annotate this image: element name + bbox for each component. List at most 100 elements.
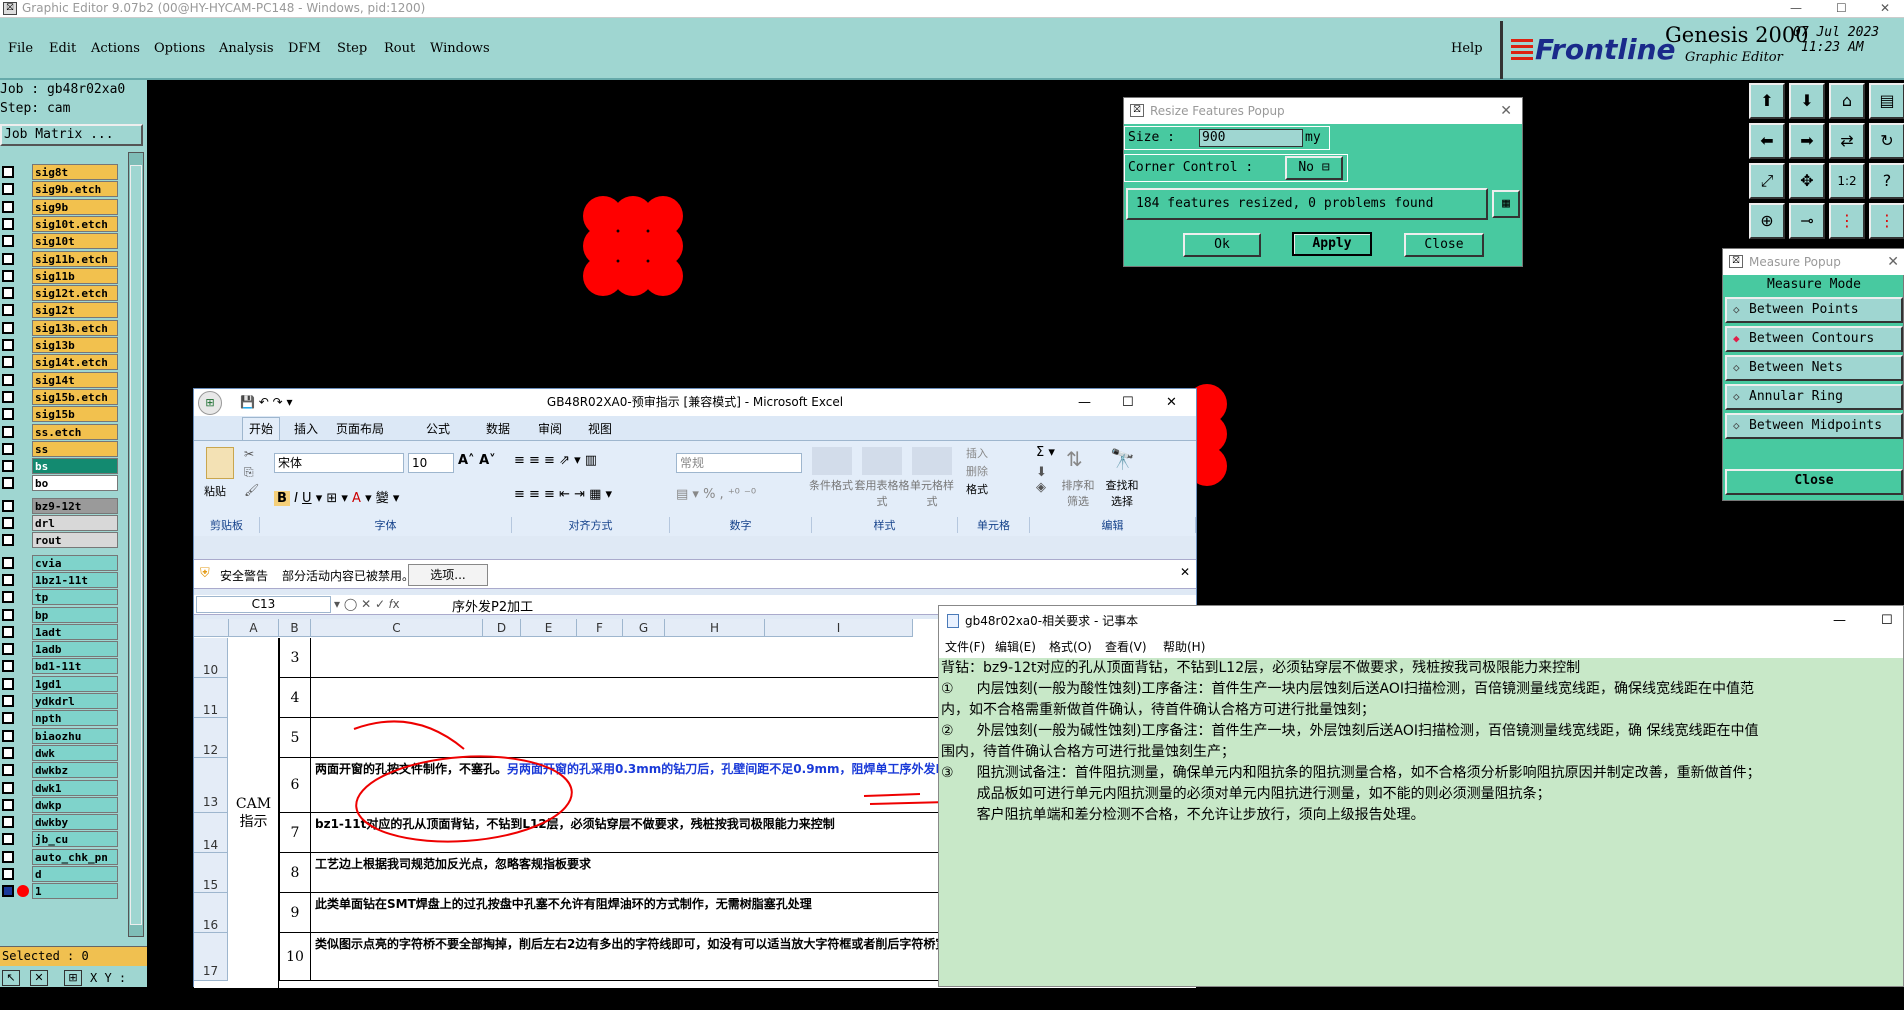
excel-minimize-button[interactable]: — xyxy=(1078,389,1091,416)
layer-name[interactable]: ss xyxy=(32,440,118,457)
sort-filter-button[interactable]: 排序和筛选 xyxy=(1060,477,1096,509)
layer-checkbox[interactable] xyxy=(2,625,14,638)
notepad-menu-item[interactable]: 文件(F) xyxy=(945,636,985,658)
cell-style-icon[interactable] xyxy=(912,447,952,475)
layer-checkbox[interactable] xyxy=(2,499,14,512)
probe-icon[interactable]: ⊸ xyxy=(1789,203,1825,239)
layer-name[interactable]: sig9b.etch xyxy=(32,181,118,198)
layer-name[interactable]: auto_chk_pn xyxy=(32,848,118,865)
layer-row[interactable]: bo xyxy=(0,475,118,492)
layer-checkbox[interactable] xyxy=(2,781,14,794)
layer-row[interactable]: ss xyxy=(0,440,118,457)
layer-name[interactable]: rout xyxy=(32,532,118,549)
font-style-buttons[interactable]: B I U ▾ ⊞ ▾ A ▾ 變 ▾ xyxy=(274,487,399,506)
layer-row[interactable]: dwkby xyxy=(0,814,118,831)
net-compare-icon[interactable]: ⋮ xyxy=(1869,203,1904,239)
layer-row[interactable]: npth xyxy=(0,710,118,727)
align-bottom-buttons[interactable]: ≡ ≡ ≡ ⇤ ⇥ ▦ ▾ xyxy=(514,487,612,502)
layer-checkbox[interactable] xyxy=(2,287,14,300)
security-options-button[interactable]: 选项... xyxy=(408,564,488,586)
layer-name[interactable]: sig15b xyxy=(32,406,118,423)
layer-name[interactable]: tp xyxy=(32,589,118,606)
layer-checkbox[interactable] xyxy=(2,517,14,529)
layer-checkbox[interactable] xyxy=(2,408,14,421)
ribbon-tab[interactable]: 审阅 xyxy=(538,420,562,437)
layer-checkbox[interactable] xyxy=(2,764,14,777)
layer-row[interactable]: dwkp xyxy=(0,796,118,813)
menu-actions[interactable]: Actions xyxy=(91,41,140,56)
notepad-text-area[interactable]: 背钻：bz9-12t对应的孔从顶面背钻，不钻到L12层，必须钻穿层不做要求，残桩… xyxy=(941,658,1901,986)
number-buttons[interactable]: ▤ ▾ % , ⁺⁰ ⁻⁰ xyxy=(676,487,756,502)
layer-checkbox[interactable] xyxy=(2,442,14,455)
measure-option[interactable]: ◇ Between Points xyxy=(1725,297,1903,323)
layer-row[interactable]: sig11b.etch xyxy=(0,250,118,267)
measure-close-icon[interactable]: ✕ xyxy=(1887,249,1899,275)
layer-checkbox[interactable] xyxy=(2,746,14,759)
popup-close-icon[interactable]: ✕ xyxy=(1500,98,1512,124)
scroll-thumb[interactable] xyxy=(130,165,142,925)
layer-name[interactable]: 1adt xyxy=(32,623,118,640)
layer-name[interactable]: dwkby xyxy=(32,814,118,831)
layer-checkbox[interactable] xyxy=(2,534,14,547)
layer-name[interactable]: 1 xyxy=(32,883,118,900)
layer-row[interactable]: sig13b.etch xyxy=(0,319,118,336)
layer-name[interactable]: cvia xyxy=(32,554,118,571)
apply-button[interactable]: Apply xyxy=(1292,232,1372,256)
layer-name[interactable]: ydkdrl xyxy=(32,693,118,709)
center-icon[interactable]: ✥ xyxy=(1789,163,1825,199)
layer-row[interactable]: drl xyxy=(0,515,118,531)
close-button[interactable]: ✕ xyxy=(1880,0,1890,17)
layer-name[interactable]: sig14t xyxy=(32,371,118,388)
layer-name[interactable]: sig11b.etch xyxy=(32,250,118,267)
layer-name[interactable]: sig13b xyxy=(32,337,118,353)
measure-close-button[interactable]: Close xyxy=(1725,469,1903,495)
layer-checkbox[interactable] xyxy=(2,712,14,725)
menu-help[interactable]: Help xyxy=(1451,41,1483,56)
layer-checkbox[interactable] xyxy=(2,390,14,403)
layer-name[interactable]: sig15b.etch xyxy=(32,388,118,405)
notepad-menu-item[interactable]: 编辑(E) xyxy=(995,636,1036,658)
layer-checkbox[interactable] xyxy=(2,425,14,438)
paste-icon[interactable] xyxy=(206,447,234,479)
layer-row[interactable]: bp xyxy=(0,606,118,623)
layer-row[interactable]: sig10t.etch xyxy=(0,215,118,232)
formula-icons[interactable]: ▾ ◯ ✕ ✓ 𝑓x xyxy=(334,597,400,612)
layer-name[interactable]: sig9b xyxy=(32,198,118,215)
menu-windows[interactable]: Windows xyxy=(430,41,490,56)
layer-row[interactable]: sig11b xyxy=(0,267,118,284)
menu-edit[interactable]: Edit xyxy=(49,41,76,56)
layer-name[interactable]: bz9-12t xyxy=(32,497,118,514)
layer-checkbox[interactable] xyxy=(2,833,14,846)
layer-name[interactable]: sig8t xyxy=(32,164,118,180)
layer-row[interactable]: bz9-12t xyxy=(0,497,118,514)
layer-checkbox[interactable] xyxy=(2,373,14,386)
layer-row[interactable]: tp xyxy=(0,589,118,606)
layer-checkbox[interactable] xyxy=(2,304,14,317)
layer-row[interactable]: dwkbz xyxy=(0,762,118,779)
office-button-icon[interactable]: ⊞ xyxy=(198,391,222,415)
layer-row[interactable]: sig15b.etch xyxy=(0,388,118,405)
layer-row[interactable]: dwk1 xyxy=(0,779,118,796)
layer-checkbox[interactable] xyxy=(2,695,14,707)
layer-name[interactable]: sig14t.etch xyxy=(32,354,118,371)
formula-input[interactable]: 序外发P2加工 xyxy=(452,596,533,615)
layer-row[interactable]: sig8t xyxy=(0,164,118,180)
size-input[interactable]: 900 xyxy=(1199,129,1303,147)
layer-checkbox[interactable] xyxy=(2,200,14,213)
layer-row[interactable]: 1adb xyxy=(0,641,118,658)
layer-row[interactable]: sig9b.etch xyxy=(0,181,118,198)
layer-checkbox[interactable] xyxy=(2,850,14,863)
layer-checkbox[interactable] xyxy=(2,608,14,621)
layer-name[interactable]: 1gd1 xyxy=(32,675,118,692)
corner-control-dropdown[interactable]: No ⊟ xyxy=(1285,156,1343,180)
layer-row[interactable]: rout xyxy=(0,532,118,549)
layer-name[interactable]: sig13b.etch xyxy=(32,319,118,336)
table-format-icon[interactable] xyxy=(862,447,902,475)
notepad-menu-item[interactable]: 帮助(H) xyxy=(1163,636,1205,658)
layer-name[interactable]: sig12t.etch xyxy=(32,285,118,302)
font-name-select[interactable]: 宋体 xyxy=(274,453,404,473)
layer-name[interactable]: bp xyxy=(32,606,118,623)
minimize-button[interactable]: — xyxy=(1790,0,1802,17)
sort-filter-icon[interactable]: ⇅ xyxy=(1066,447,1096,475)
layer-name[interactable]: dwk1 xyxy=(32,779,118,796)
